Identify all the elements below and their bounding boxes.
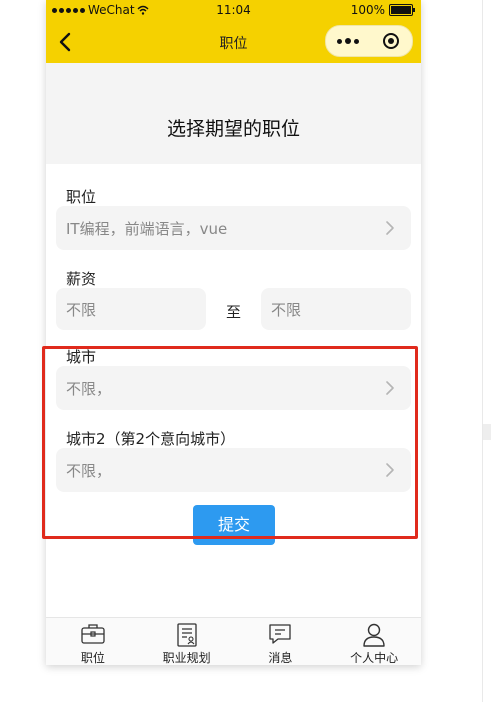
position-value: IT编程，前端语言，vue (66, 220, 228, 238)
tab-label: 职位 (80, 651, 105, 665)
target-close-icon (382, 33, 399, 49)
salary-min-input[interactable]: 不限 (56, 288, 206, 330)
chevron-right-icon (386, 221, 394, 235)
battery-percent: 100% (350, 3, 385, 17)
tab-label: 个人中心 (350, 651, 399, 665)
phone-frame: WeChat 11:04 100% 职位 选择期望的职位 职位 IT编程，前端语… (46, 0, 421, 665)
message-icon (269, 624, 292, 644)
city-value: 不限， (66, 380, 112, 398)
tab-profile[interactable]: 个人中心 (327, 618, 421, 665)
battery-status: 100% (350, 3, 415, 17)
status-bar: WeChat 11:04 100% (46, 0, 421, 20)
more-dot-icon (353, 38, 359, 44)
tab-position[interactable]: 职位 (46, 618, 140, 665)
tab-career-plan[interactable]: 职业规划 (140, 618, 234, 665)
position-label: 职位 (66, 188, 97, 206)
more-options-button[interactable] (326, 26, 369, 56)
city-label: 城市 (66, 348, 97, 366)
salary-max-value: 不限 (271, 301, 302, 319)
position-select[interactable]: IT编程，前端语言，vue (56, 206, 411, 250)
navigation-bar: 职位 (46, 20, 421, 63)
city2-label: 城市2（第2个意向城市） (66, 430, 236, 448)
city2-value: 不限， (66, 462, 112, 480)
tab-messages[interactable]: 消息 (234, 618, 328, 665)
salary-label: 薪资 (66, 270, 97, 288)
city2-select[interactable]: 不限， (56, 448, 411, 492)
resume-icon (176, 623, 197, 647)
screenshot-stage: WeChat 11:04 100% 职位 选择期望的职位 职位 IT编程，前端语… (0, 0, 491, 702)
page-title: 选择期望的职位 (166, 118, 300, 140)
tab-label: 职业规划 (162, 651, 211, 665)
city-select[interactable]: 不限， (56, 366, 411, 410)
bottom-tab-bar: 职位 职业规划 消息 个人中心 (46, 617, 421, 665)
mini-program-capsule (325, 25, 413, 57)
salary-range-separator: 至 (226, 303, 242, 321)
tab-label: 消息 (268, 651, 293, 665)
chevron-right-icon (386, 463, 394, 477)
close-mini-program-button[interactable] (369, 26, 412, 56)
salary-min-value: 不限 (66, 301, 97, 319)
salary-max-input[interactable]: 不限 (261, 288, 411, 330)
submit-button[interactable]: 提交 (193, 505, 275, 545)
battery-icon (389, 4, 415, 16)
more-dot-icon (336, 38, 342, 44)
page-edge-divider (482, 0, 483, 702)
more-dot-icon (344, 38, 351, 44)
page-edge-marker (483, 424, 491, 440)
person-icon (363, 623, 385, 647)
page-header: 选择期望的职位 (46, 63, 421, 164)
chevron-right-icon (386, 381, 394, 395)
briefcase-icon (81, 624, 105, 644)
